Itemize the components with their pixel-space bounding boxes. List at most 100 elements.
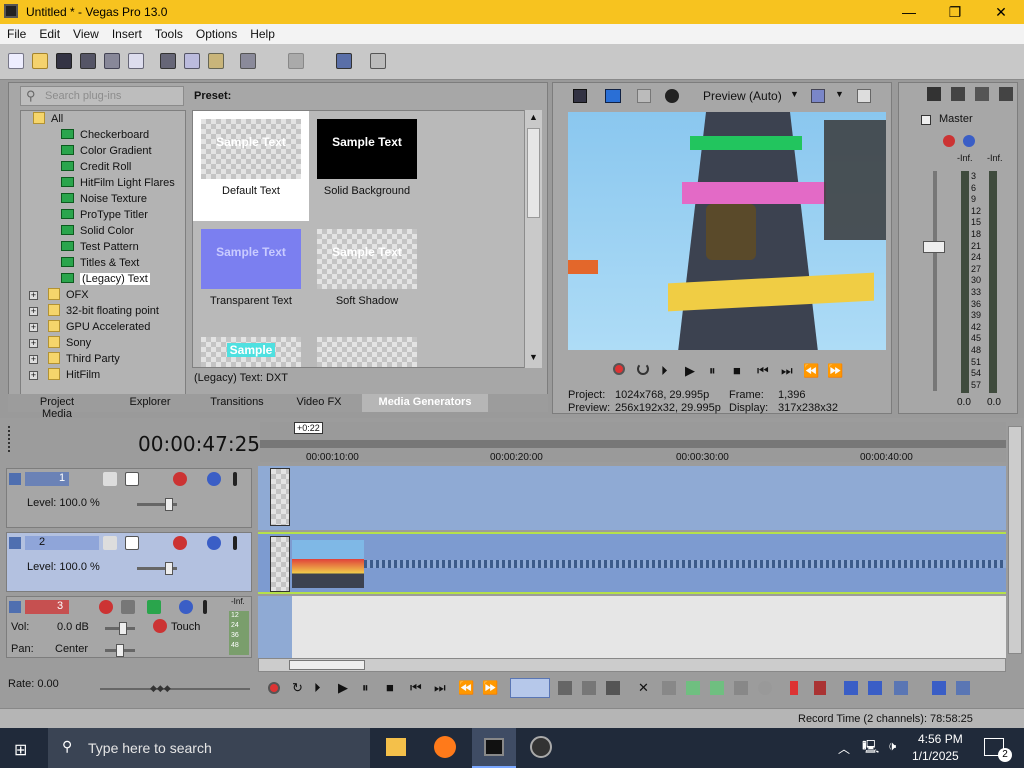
mute-icon[interactable] [179,600,193,614]
split-icon[interactable] [734,681,748,695]
insert-region-icon[interactable] [814,681,826,695]
firefox-icon[interactable] [434,736,456,758]
stop-icon[interactable]: ■ [733,363,741,378]
preview-quality-dropdown[interactable]: Preview (Auto) [703,89,782,103]
chevron-down-icon[interactable]: ▼ [790,89,799,99]
mixer-properties-icon[interactable] [927,87,941,101]
paste-icon[interactable] [208,53,224,69]
trim-start-icon[interactable] [686,681,700,695]
tree-folder[interactable]: All [33,111,63,127]
preview-properties-icon[interactable] [573,89,587,103]
delete-icon[interactable]: ✕ [638,680,649,696]
tree-folder[interactable]: + Third Party [29,351,120,367]
tree-generator[interactable]: Noise Texture [61,191,147,207]
undo-icon[interactable] [240,53,256,69]
expand-icon[interactable]: + [29,291,38,300]
save-icon[interactable] [56,53,72,69]
go-to-start-icon[interactable]: ⏮ [410,680,422,696]
tree-generator[interactable]: Color Gradient [61,143,152,159]
track-motion-icon[interactable] [103,536,117,550]
go-to-start-icon[interactable]: ⏮ [757,363,769,379]
track-expand-icon[interactable] [9,537,21,549]
preset-scrollbar[interactable]: ▲ ▼ [524,110,542,368]
stop-icon[interactable]: ■ [386,680,394,695]
play-icon[interactable]: ▶ [338,680,348,696]
tree-folder[interactable]: + HitFilm [29,367,100,383]
menu-view[interactable]: View [66,24,105,41]
snapping-icon[interactable] [844,681,858,695]
go-to-end-icon[interactable]: ⏭ [434,680,446,696]
ripple-edit-icon[interactable] [894,681,908,695]
time-ruler[interactable]: +0:22 00:00:10:00 00:00:20:00 00:00:30:0… [260,422,1006,463]
maximize-button[interactable]: ❐ [932,0,978,24]
mixer-settings-icon[interactable] [975,87,989,101]
go-to-end-icon[interactable]: ⏭ [781,363,793,379]
expand-icon[interactable]: + [29,307,38,316]
preset-solid-background[interactable]: Sample Text Solid Background [309,111,425,221]
preset-soft-shadow[interactable]: Sample Text Soft Shadow [309,221,425,329]
rate-slider-handle[interactable]: ◆◆◆ [150,683,171,693]
track-fx-icon[interactable] [121,600,135,614]
preset-default-text[interactable]: Sample Text Default Text [193,111,309,221]
expand-icon[interactable]: + [29,323,38,332]
copy-snapshot-icon[interactable] [857,89,871,103]
video-track-2-header[interactable]: 2 Level: 100.0 % [6,532,252,592]
obs-icon[interactable] [530,736,552,758]
mute-icon[interactable] [207,472,221,486]
volume-slider-handle[interactable] [119,622,127,635]
selection-edit-tool-icon[interactable] [582,681,596,695]
preset-item[interactable]: Sample [193,329,309,367]
minimize-button[interactable]: — [886,0,932,24]
menu-help[interactable]: Help [243,24,281,41]
downmix-icon[interactable] [951,87,965,101]
menu-tools[interactable]: Tools [148,24,189,41]
audio-track-3-header[interactable]: 3 -Inf. Vol: 0.0 dB Touch Pan: Center 12… [6,596,252,658]
menu-edit[interactable]: Edit [32,24,66,41]
edit-tool-icon[interactable] [336,53,352,69]
play-icon[interactable]: ▶ [685,363,695,379]
preset-transparent-text[interactable]: Sample Text Transparent Text [193,221,309,329]
tree-generator[interactable]: ProType Titler [61,207,148,223]
copy-icon[interactable] [184,53,200,69]
event-clip[interactable] [270,468,290,526]
tree-folder[interactable]: + Sony [29,335,91,351]
preview-fx-icon[interactable] [637,89,651,103]
close-button[interactable]: ✕ [978,0,1024,24]
project-media-icon[interactable] [128,53,144,69]
rate-slider[interactable]: ◆◆◆ [100,683,250,693]
automation-gear-icon[interactable] [153,619,167,633]
zoom-edit-tool-icon[interactable] [606,681,620,695]
expand-icon[interactable]: + [29,339,38,348]
trim-end-icon[interactable] [710,681,724,695]
menu-file[interactable]: File [0,24,32,41]
video-event-thumbnail[interactable] [292,540,364,588]
fx-icon[interactable] [943,135,955,147]
menu-insert[interactable]: Insert [105,24,148,41]
solo-icon[interactable] [233,536,237,550]
insert-marker-icon[interactable] [790,681,798,695]
play-from-start-icon[interactable]: ⏵ [314,680,321,696]
menu-options[interactable]: Options [189,24,243,41]
scroll-up-icon[interactable]: ▲ [527,112,540,124]
tray-chevron-up-icon[interactable]: ︿ [838,740,850,757]
pause-icon[interactable]: ⏸ [709,363,716,379]
tab-transitions[interactable]: Transitions [204,396,270,408]
record-icon[interactable] [268,682,280,694]
tree-folder[interactable]: + GPU Accelerated [29,319,150,335]
tab-explorer[interactable]: Explorer [122,396,178,408]
redo-icon[interactable] [288,53,304,69]
overlays-icon[interactable] [811,89,825,103]
show-buses-icon[interactable] [999,87,1013,101]
tree-generator[interactable]: Credit Roll [61,159,131,175]
tab-video-fx[interactable]: Video FX [294,396,344,408]
auto-crossfade-icon[interactable] [868,681,882,695]
file-explorer-icon[interactable] [386,738,406,756]
automation-mode[interactable]: Touch [171,621,200,633]
video-track-2-lane[interactable] [258,532,1006,594]
compositing-mode-icon[interactable] [173,472,187,486]
volume-slider[interactable] [105,622,135,635]
taskbar-search-box[interactable]: ⚲ Type here to search [48,728,370,768]
scroll-thumb[interactable] [527,128,540,218]
network-icon[interactable]: 🖳 [862,738,879,760]
timeline-vertical-scrollbar[interactable] [1008,426,1022,654]
